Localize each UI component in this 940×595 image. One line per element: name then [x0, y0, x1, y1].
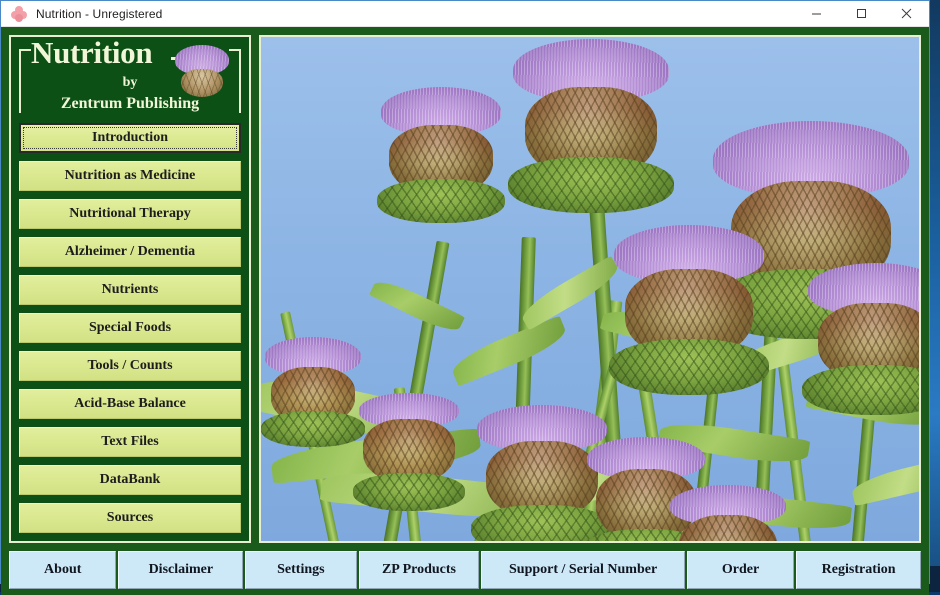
toolbar-button-label: Settings: [277, 562, 324, 578]
sidebar-item-label: Nutrients: [102, 282, 159, 298]
toolbar-button-label: ZP Products: [382, 562, 456, 578]
sidebar-item-label: Nutrition as Medicine: [65, 168, 196, 184]
thistle-photograph: [261, 37, 919, 541]
content-image-panel: [259, 35, 921, 543]
toolbar-button-order[interactable]: Order: [687, 551, 794, 589]
sidebar-item-special-foods[interactable]: Special Foods: [19, 313, 241, 343]
brand-publisher: Zentrum Publishing: [19, 95, 241, 113]
sidebar-item-label: Text Files: [101, 434, 158, 450]
sidebar-item-nutrition-as-medicine[interactable]: Nutrition as Medicine: [19, 161, 241, 191]
sidebar-item-label: Special Foods: [89, 320, 171, 336]
close-icon[interactable]: [884, 1, 929, 27]
minimize-icon[interactable]: [794, 1, 839, 27]
page-title: Nutrition: [31, 37, 152, 68]
toolbar-button-disclaimer[interactable]: Disclaimer: [118, 551, 243, 589]
window-controls: [794, 1, 929, 27]
sidebar-item-label: DataBank: [100, 472, 161, 488]
sidebar-item-text-files[interactable]: Text Files: [19, 427, 241, 457]
sidebar-item-label: Alzheimer / Dementia: [65, 244, 195, 260]
toolbar-button-registration[interactable]: Registration: [796, 551, 921, 589]
title-bar[interactable]: Nutrition - Unregistered: [1, 1, 929, 27]
bottom-toolbar: About Disclaimer Settings ZP Products Suppor…: [9, 551, 921, 595]
sidebar-item-databank[interactable]: DataBank: [19, 465, 241, 495]
maximize-icon[interactable]: [839, 1, 884, 27]
toolbar-button-label: Support / Serial Number: [509, 562, 657, 578]
sidebar-nav: Introduction Nutrition as Medicine Nutriti…: [19, 119, 241, 533]
sidebar-item-label: Tools / Counts: [87, 358, 172, 374]
sidebar-item-nutrients[interactable]: Nutrients: [19, 275, 241, 305]
app-body: Nutrition by Zentrum Publishing Introduc…: [1, 27, 929, 595]
toolbar-button-label: Disclaimer: [149, 562, 214, 578]
sidebar-item-alzheimer-dementia[interactable]: Alzheimer / Dementia: [19, 237, 241, 267]
application-window: Nutrition - Unregistered Nutrition: [0, 0, 930, 584]
sidebar-item-sources[interactable]: Sources: [19, 503, 241, 533]
sidebar: Nutrition by Zentrum Publishing Introduc…: [9, 35, 251, 543]
window-title: Nutrition - Unregistered: [36, 7, 162, 21]
main-area: Nutrition by Zentrum Publishing Introduc…: [9, 35, 921, 543]
sidebar-item-label: Introduction: [92, 130, 168, 146]
brand-by: by: [19, 75, 241, 91]
sidebar-item-introduction[interactable]: Introduction: [19, 123, 241, 153]
toolbar-button-label: Order: [722, 562, 759, 578]
toolbar-button-label: Registration: [822, 562, 896, 578]
sidebar-item-label: Sources: [107, 510, 153, 526]
toolbar-button-support-serial-number[interactable]: Support / Serial Number: [481, 551, 684, 589]
brand-header: Nutrition by Zentrum Publishing: [19, 41, 241, 119]
sidebar-item-acid-base-balance[interactable]: Acid-Base Balance: [19, 389, 241, 419]
sidebar-item-label: Nutritional Therapy: [69, 206, 190, 222]
toolbar-button-zp-products[interactable]: ZP Products: [359, 551, 480, 589]
sidebar-item-nutritional-therapy[interactable]: Nutritional Therapy: [19, 199, 241, 229]
sidebar-item-tools-counts[interactable]: Tools / Counts: [19, 351, 241, 381]
toolbar-button-label: About: [44, 562, 81, 578]
toolbar-button-settings[interactable]: Settings: [245, 551, 356, 589]
toolbar-button-about[interactable]: About: [9, 551, 116, 589]
flower-icon: [11, 6, 27, 22]
sidebar-item-label: Acid-Base Balance: [74, 396, 186, 412]
